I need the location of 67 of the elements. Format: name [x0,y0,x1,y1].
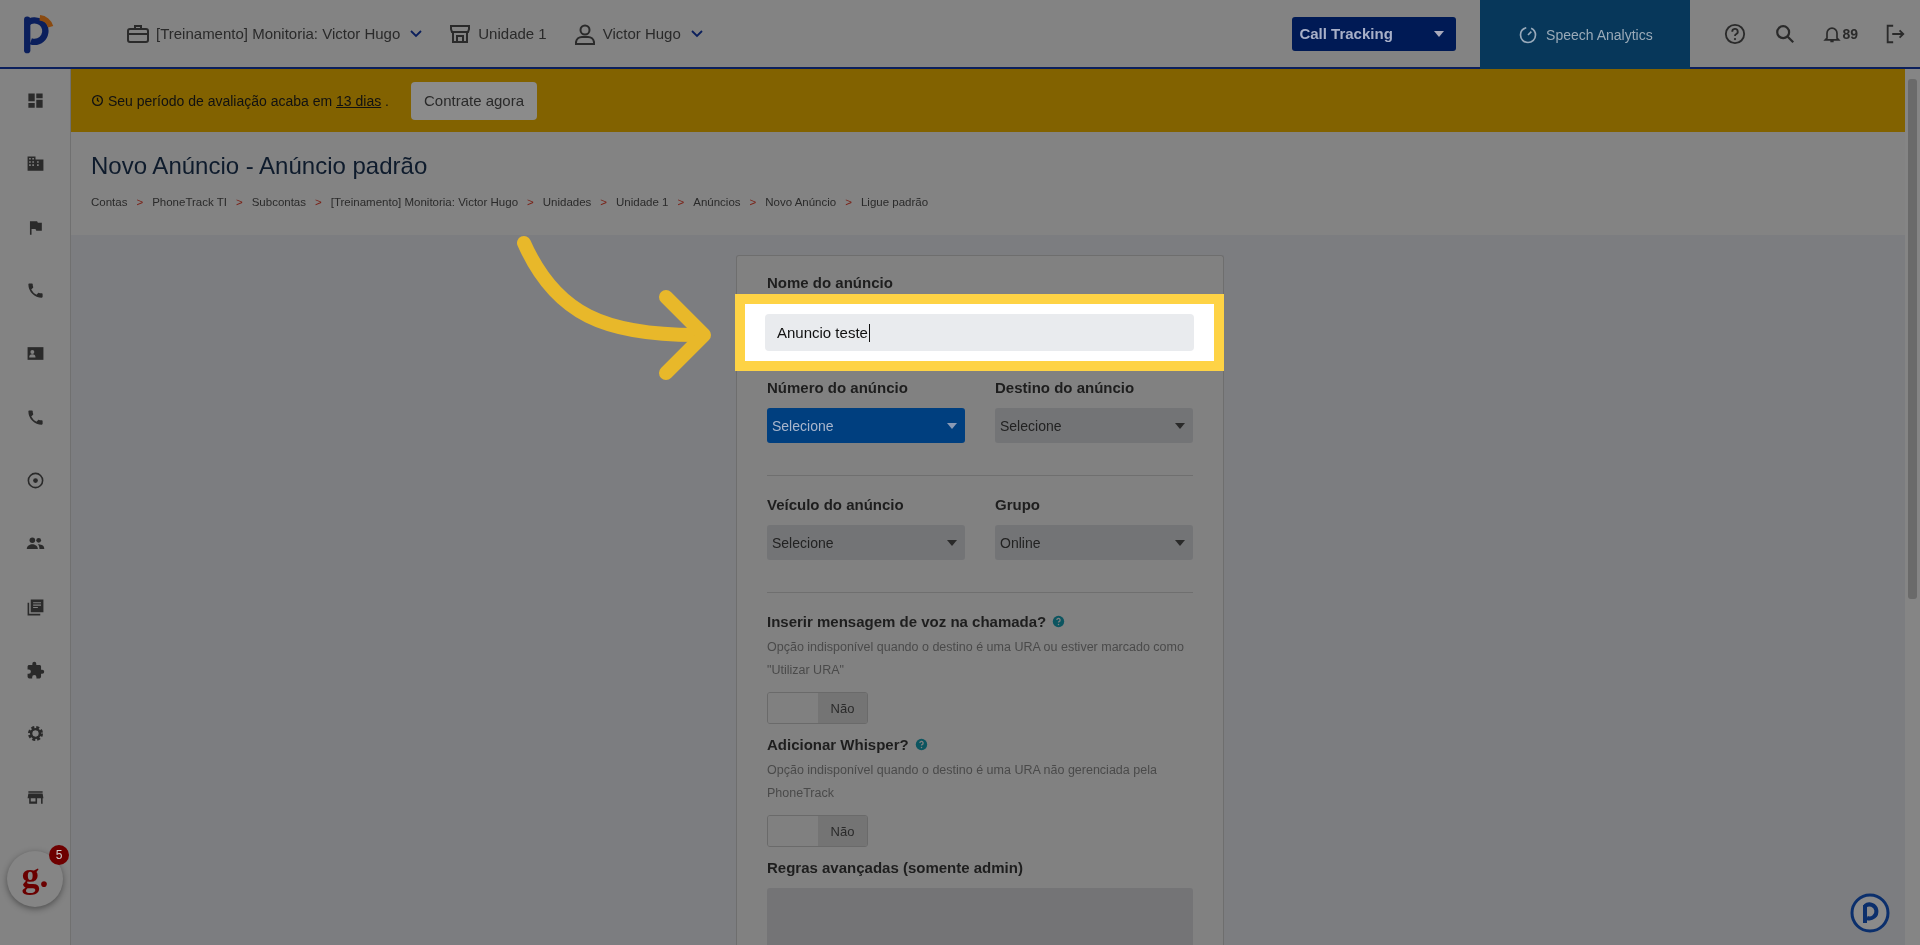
caret-down-icon [1175,422,1185,429]
logo-button[interactable] [1850,893,1890,933]
breadcrumb-separator: > [235,196,243,208]
field-label: Nome do anúncio [767,274,894,292]
puzzle-icon[interactable] [25,660,45,680]
caret-down-icon [947,539,957,546]
clock-icon [91,94,104,107]
speech-analytics-tab[interactable]: Speech Analytics [1480,0,1691,69]
breadcrumb-link[interactable]: [Treinamento] Monitoria: Victor Hugo [330,196,519,208]
breadcrumb-link[interactable]: PhoneTrack TI [152,196,227,208]
settings-icon[interactable] [25,724,45,744]
select-dropdown[interactable]: Online [995,525,1193,560]
breadcrumb-separator: > [136,196,144,208]
building-icon[interactable] [25,154,45,174]
breadcrumb-link[interactable]: Unidade 1 [616,196,669,208]
unit-selector[interactable]: Unidade 1 [448,21,547,46]
scrollbar[interactable] [1905,69,1920,945]
breadcrumb-link[interactable]: Unidades [542,196,592,208]
chevron-down-icon [690,29,703,38]
gauge-icon [1518,24,1539,45]
product-dropdown[interactable]: Call Tracking [1292,16,1457,51]
help-icon[interactable] [914,738,928,751]
days-link[interactable]: 13 dias [336,92,382,109]
caret-down-icon [947,422,957,429]
caret-down-icon [1175,539,1185,546]
logout-icon[interactable] [1884,22,1906,45]
toggle-switch[interactable]: Não [767,815,868,847]
subscribe-button[interactable]: Contrate agora [411,81,538,120]
account-selector[interactable]: [Treinamento] Monitoria: Victor Hugo [126,21,423,46]
trial-message: Seu período de avaliação acaba em 13 dias . [108,92,389,109]
select-dropdown[interactable]: Selecione [995,408,1193,443]
breadcrumb-separator: > [677,196,685,208]
breadcrumb-separator: > [600,196,608,208]
select-dropdown[interactable]: Selecione [767,408,965,443]
chevron-down-icon [410,29,423,38]
breadcrumb-link[interactable]: Contas [91,196,128,208]
field-label: Veículo do anúncio [767,496,905,513]
help-icon[interactable] [1052,615,1066,628]
user-menu[interactable]: Victor Hugo [572,21,703,46]
breadcrumb-link[interactable]: Ligue padrão [860,196,929,208]
breadcrumb-separator: > [527,196,534,208]
radar-icon[interactable] [25,470,45,490]
notification-badge: 5 [49,844,69,865]
breadcrumb-separator: > [845,196,852,208]
field-label: Grupo [995,496,1041,513]
phone-icon[interactable] [25,281,45,300]
breadcrumb-link[interactable]: Subcontas [251,196,307,208]
page-title: Novo Anúncio - Anúncio padrão [91,152,429,180]
field-label: Inserir mensagem de voz na chamada? [767,613,1047,630]
caret-down-icon [1434,30,1445,37]
library-icon[interactable] [25,597,45,617]
breadcrumb-separator: > [749,196,757,208]
ad-name-input[interactable]: Anuncio teste [765,314,1194,351]
field-label: Número do anúncio [767,379,909,396]
breadcrumb-link[interactable]: Novo Anúncio [765,196,837,208]
toggle-switch[interactable]: Não [767,692,868,724]
field-label: Adicionar Whisper? [767,736,909,753]
breadcrumb-separator: > [315,196,322,208]
breadcrumb-link[interactable]: Anúncios [693,196,741,208]
field-label: Regras avançadas (somente admin) [767,859,1024,876]
dashboard-icon[interactable] [25,91,45,110]
phone-icon[interactable] [25,407,45,427]
notifications-button[interactable]: 89 [1822,23,1858,44]
help-icon[interactable] [1724,22,1747,45]
select-dropdown[interactable]: Selecione [767,525,965,560]
search-icon[interactable] [1774,22,1797,45]
field-label: Destino do anúncio [995,379,1136,396]
